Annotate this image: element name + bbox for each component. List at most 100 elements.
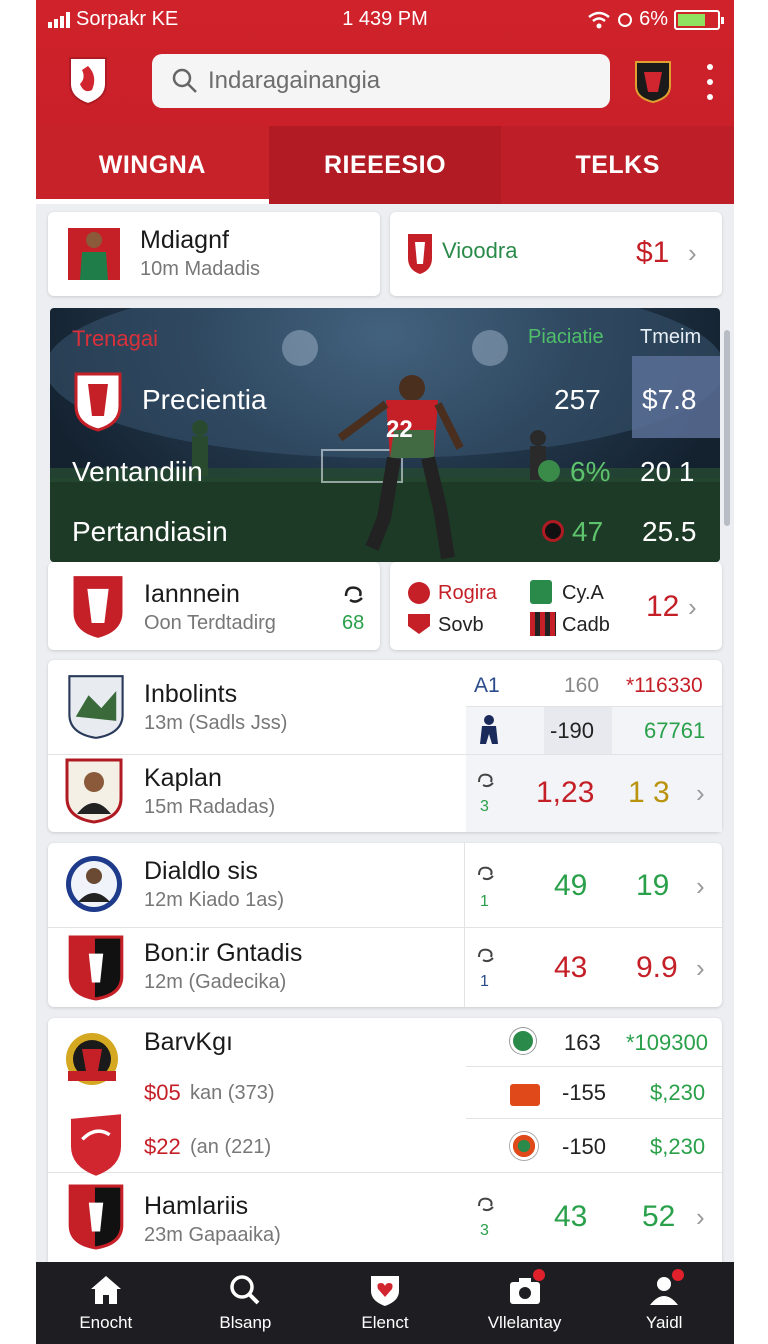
player-name: Mdiagnf (140, 226, 229, 254)
odds-value[interactable]: -150 (562, 1134, 606, 1160)
team-crest-icon (68, 675, 124, 739)
tab-rieeesio[interactable]: RIEEESIO (268, 126, 502, 204)
bottom-nav: Enocht Blsanp Elenct Vllelantay Yaidl (36, 1262, 734, 1344)
team-crest-icon (68, 1184, 124, 1250)
toolbox-icon (510, 1084, 540, 1106)
battery-icon (674, 9, 724, 30)
odds-header-2: 160 (564, 674, 600, 697)
search-icon (230, 1275, 260, 1305)
rotation-lock-icon (618, 12, 633, 27)
player-avatar (65, 758, 123, 824)
row-small-count: 1 (480, 893, 489, 910)
row-subtitle: 13m (Sadls Jss) (144, 712, 288, 734)
hero-row-1-value2: $7.8 (642, 384, 697, 415)
odds-header-1: A1 (474, 674, 500, 697)
nav-center[interactable]: Elenct (315, 1262, 455, 1344)
hero-row-3-value2: 25.5 (642, 516, 697, 547)
club-badge-icon (66, 1033, 118, 1085)
wifi-icon (588, 11, 610, 28)
nav-profile[interactable]: Yaidl (594, 1262, 734, 1344)
odds-value[interactable]: 43 (554, 951, 587, 985)
hero-label-mid: Piaciatie (528, 326, 604, 348)
nav-camera[interactable]: Vllelantay (455, 1262, 595, 1344)
hero-row-3-name: Pertandiasin (72, 516, 228, 547)
chevron-right-icon: › (696, 778, 705, 808)
player-avatar (68, 228, 120, 280)
odds-value[interactable]: *109300 (626, 1030, 708, 1056)
match-card-left[interactable]: Iannnein Oon Terdtadirg 68 (48, 562, 380, 650)
tab-wingna[interactable]: WINGNA (36, 126, 269, 204)
hero-banner[interactable]: 22 Trenagai Piaciatie Tmeim Precientia 2… (50, 308, 720, 562)
nav-home[interactable]: Enocht (36, 1262, 176, 1344)
row-small-count: 3 (480, 1222, 489, 1239)
hero-row-2-value1: 6% (570, 456, 611, 487)
profile-icon (646, 1269, 685, 1307)
row-title: Hamlariis (144, 1192, 249, 1220)
nav-label: Yaidl (645, 1313, 683, 1332)
club-logo-icon[interactable] (68, 54, 108, 106)
row-detail: (an (221) (190, 1136, 272, 1158)
camera-icon (507, 1269, 545, 1307)
odds-value[interactable]: 1,23 (536, 776, 594, 810)
ball-icon (510, 1028, 536, 1054)
link-icon (478, 773, 494, 788)
hero-row-1-name: Precientia (142, 384, 267, 415)
odds-value[interactable]: 52 (642, 1200, 675, 1234)
odds-value[interactable]: 49 (554, 869, 587, 903)
odds-value[interactable]: 67761 (644, 718, 705, 744)
search-placeholder: Indaragainangia (208, 67, 381, 94)
chevron-right-icon: › (688, 592, 697, 622)
offer-price: $1 (636, 236, 670, 269)
odds-value[interactable]: 1 3 (628, 776, 670, 810)
link-icon (344, 586, 363, 603)
odds-value[interactable]: $,230 (650, 1080, 705, 1106)
chevron-right-icon: › (696, 871, 705, 901)
more-menu-icon[interactable] (702, 64, 718, 100)
team-name-3: Cy.A (562, 582, 604, 604)
home-icon (90, 1276, 121, 1304)
notification-dot (672, 1269, 685, 1281)
search-bar[interactable]: Indaragainangia (152, 54, 610, 108)
offer-card[interactable]: Vioodra $1 › (390, 212, 722, 296)
divider (48, 1172, 722, 1173)
row-title: Kaplan (144, 764, 222, 792)
player-silhouette-icon (480, 715, 498, 744)
odds-value[interactable]: -190 (550, 718, 594, 744)
odds-value[interactable]: 163 (564, 1030, 601, 1056)
team-name-4: Cadb (562, 614, 610, 636)
nav-label: Vllelantay (487, 1313, 562, 1332)
link-icon (478, 1197, 494, 1212)
team-name-2: Sovb (438, 614, 484, 636)
match-card-right[interactable]: Rogira Sovb Cy.A Cadb 12 › (390, 562, 722, 650)
scrollbar[interactable] (724, 330, 730, 526)
link-icon (478, 948, 494, 963)
app-screen: Sorpakr KE 1 439 PM 6% Indaragainangia W… (36, 0, 734, 1344)
divider (48, 927, 722, 928)
row-title: Bon:ir Gntadis (144, 939, 303, 967)
team-crest-icon[interactable] (634, 58, 672, 104)
ball-icon (538, 460, 560, 482)
team-icon-3 (530, 580, 552, 604)
odds-value[interactable]: $,230 (650, 1134, 705, 1160)
match-left-subtitle: Oon Terdtadirg (144, 612, 276, 634)
row-subtitle: 23m Gapaaika) (144, 1224, 281, 1246)
offer-title: Vioodra (442, 238, 518, 263)
odds-value[interactable]: 43 (554, 1200, 587, 1234)
notification-dot (532, 1269, 545, 1281)
nav-search[interactable]: Blsanp (176, 1262, 316, 1344)
odds-value[interactable]: 19 (636, 869, 669, 903)
row-small-count: 1 (480, 973, 489, 990)
row-title: Dialdlo sis (144, 857, 258, 885)
player-card[interactable]: Mdiagnf 10m Madadis (48, 212, 380, 296)
tab-telks[interactable]: TELKS (501, 126, 734, 204)
row-small-count: 3 (480, 798, 489, 815)
record-icon (542, 520, 564, 542)
hero-crest-icon (74, 372, 122, 432)
odds-value[interactable]: 9.9 (636, 951, 678, 985)
battery-percent: 6% (639, 8, 668, 30)
search-icon (172, 68, 197, 93)
odds-value[interactable]: -155 (562, 1080, 606, 1106)
divider (466, 1066, 722, 1067)
match-left-title: Iannnein (144, 580, 240, 608)
nav-label: Blsanp (219, 1313, 272, 1332)
